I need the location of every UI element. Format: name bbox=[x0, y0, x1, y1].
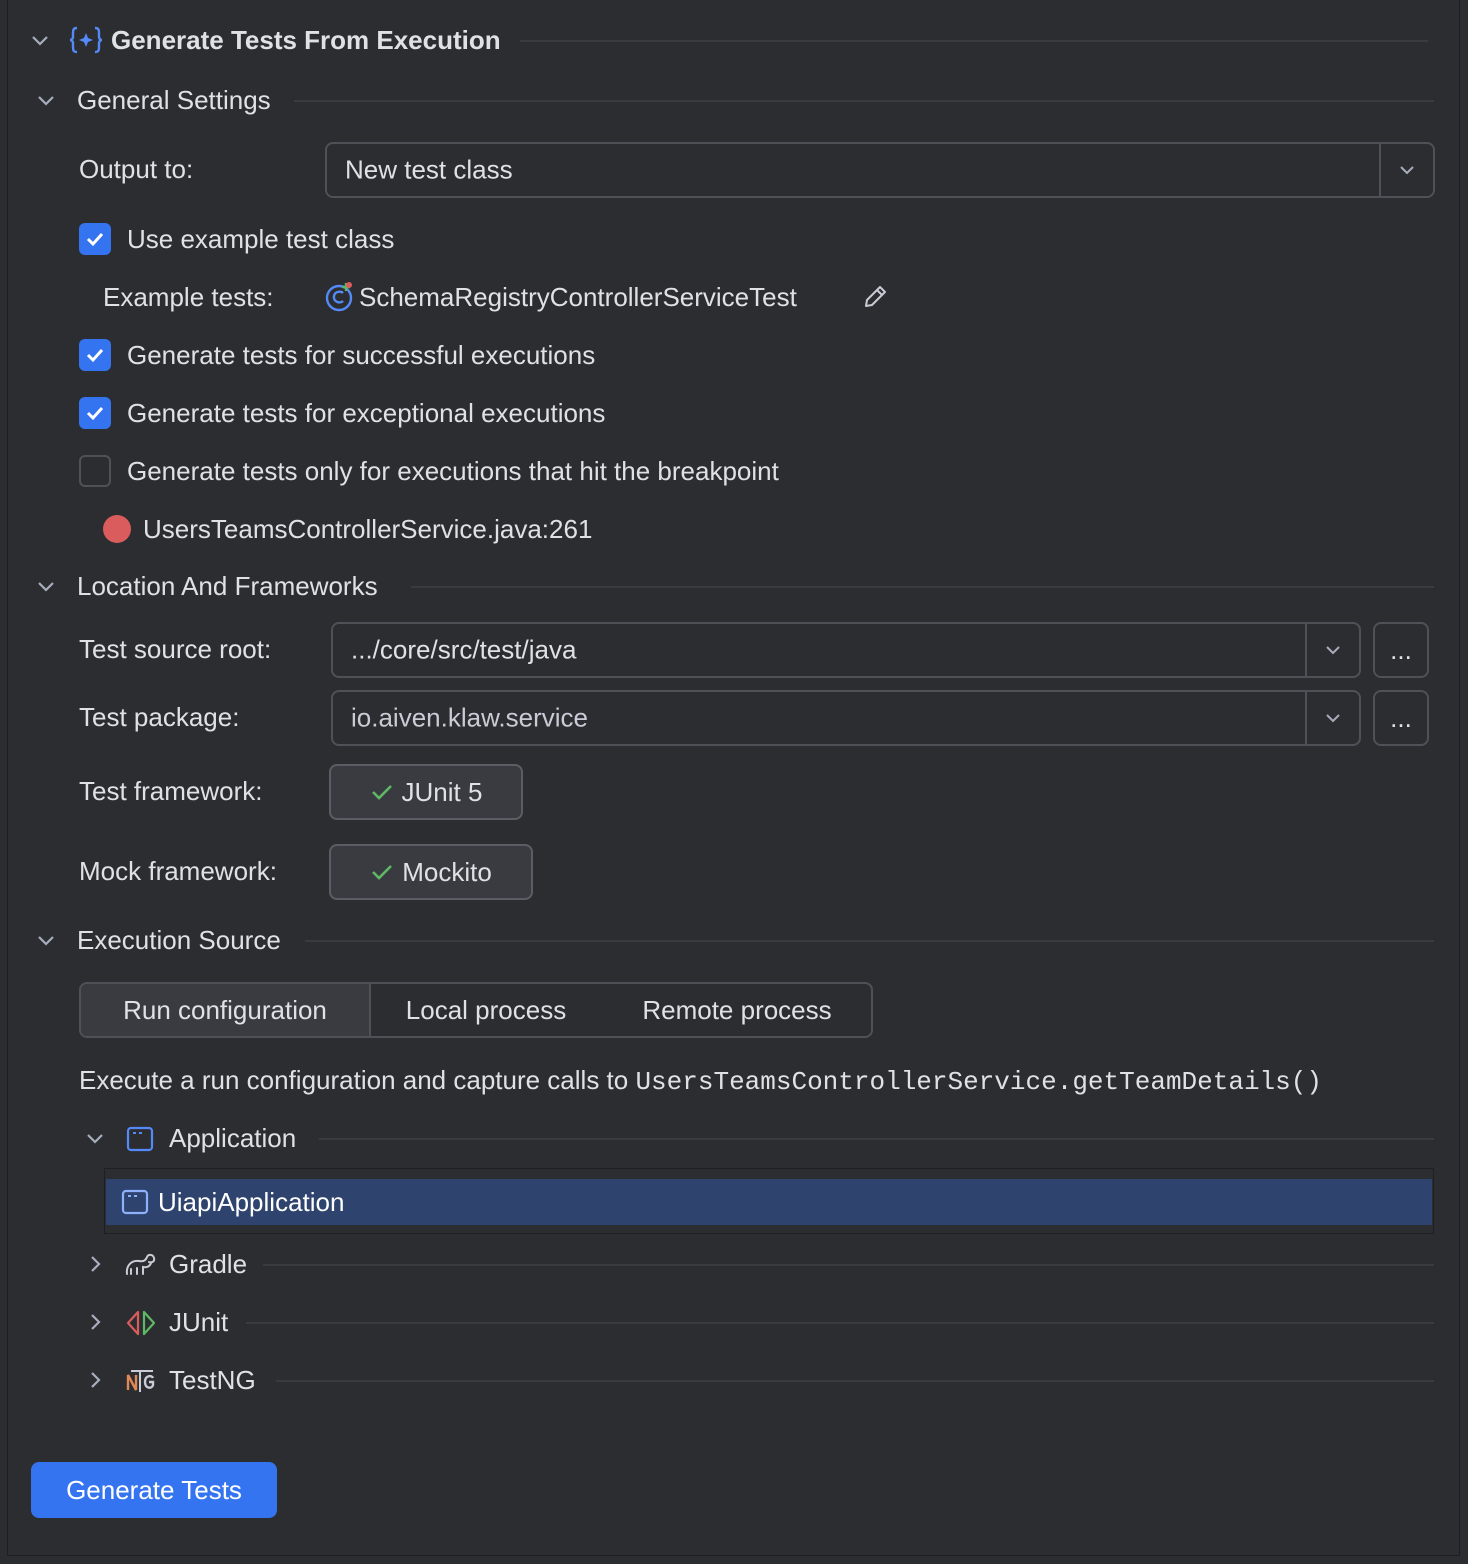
testng-icon bbox=[125, 1366, 157, 1396]
tab-run-configuration[interactable]: Run configuration bbox=[81, 984, 371, 1036]
execution-description-method: UsersTeamsControllerService.getTeamDetai… bbox=[635, 1067, 1322, 1097]
gradle-icon bbox=[123, 1250, 157, 1280]
test-source-root-value: .../core/src/test/java bbox=[351, 634, 577, 665]
chevron-down-icon[interactable] bbox=[85, 1128, 105, 1148]
general-settings-title: General Settings bbox=[77, 85, 271, 115]
generate-tests-panel: Generate Tests From Execution General Se… bbox=[7, 0, 1460, 1556]
tree-item-testng[interactable]: TestNG bbox=[169, 1364, 256, 1396]
example-tests-value[interactable]: SchemaRegistryControllerServiceTest bbox=[359, 281, 797, 313]
check-icon bbox=[372, 865, 393, 880]
chevron-down-icon[interactable] bbox=[1305, 624, 1359, 676]
successful-executions-label[interactable]: Generate tests for successful executions bbox=[127, 339, 595, 371]
exceptional-executions-checkbox[interactable] bbox=[79, 397, 111, 429]
application-window-icon bbox=[120, 1187, 150, 1217]
mock-framework-label: Mock framework: bbox=[79, 856, 277, 886]
edit-pencil-icon[interactable] bbox=[860, 282, 890, 312]
test-source-root-dropdown[interactable]: .../core/src/test/java bbox=[331, 622, 1361, 678]
test-framework-button[interactable]: JUnit 5 bbox=[329, 764, 523, 820]
application-window-icon bbox=[125, 1124, 155, 1154]
execution-source-title: Execution Source bbox=[77, 925, 281, 955]
test-source-root-label: Test source root: bbox=[79, 634, 272, 664]
general-settings-separator bbox=[294, 100, 1434, 102]
output-to-value: New test class bbox=[345, 154, 513, 185]
tree-separator bbox=[246, 1322, 1434, 1324]
exceptional-executions-label[interactable]: Generate tests for exceptional execution… bbox=[127, 397, 605, 429]
output-to-label: Output to: bbox=[79, 154, 194, 184]
tree-separator bbox=[263, 1264, 1434, 1266]
header-separator bbox=[520, 40, 1428, 42]
test-class-icon bbox=[324, 281, 356, 313]
chevron-down-icon[interactable] bbox=[36, 930, 56, 950]
breakpoint-icon bbox=[103, 515, 131, 543]
chevron-right-icon[interactable] bbox=[85, 1312, 105, 1332]
example-tests-label: Example tests: bbox=[103, 282, 274, 312]
tab-local-process[interactable]: Local process bbox=[371, 984, 601, 1036]
mock-framework-value: Mockito bbox=[402, 856, 492, 887]
tree-item-uiapiapplication-label: UiapiApplication bbox=[158, 1187, 345, 1217]
mock-framework-button[interactable]: Mockito bbox=[329, 844, 533, 900]
chevron-right-icon[interactable] bbox=[85, 1254, 105, 1274]
checkmark-icon bbox=[86, 348, 104, 363]
location-frameworks-title: Location And Frameworks bbox=[77, 571, 378, 601]
browse-package-button[interactable]: ... bbox=[1373, 690, 1429, 746]
browse-source-root-button[interactable]: ... bbox=[1373, 622, 1429, 678]
tree-separator bbox=[319, 1138, 1434, 1140]
junit-icon bbox=[125, 1308, 157, 1338]
tree-selection-container: UiapiApplication bbox=[104, 1168, 1434, 1234]
checkmark-icon bbox=[86, 232, 104, 247]
generate-tests-button[interactable]: Generate Tests bbox=[31, 1462, 277, 1518]
tree-item-gradle[interactable]: Gradle bbox=[169, 1248, 247, 1280]
chevron-down-icon[interactable] bbox=[1379, 144, 1433, 196]
execution-source-segmented-control: Run configuration Local process Remote p… bbox=[79, 982, 873, 1038]
checkmark-icon bbox=[86, 406, 104, 421]
test-framework-label: Test framework: bbox=[79, 776, 263, 806]
chevron-down-icon[interactable] bbox=[36, 90, 56, 110]
tree-separator bbox=[276, 1380, 1434, 1382]
tab-remote-process[interactable]: Remote process bbox=[601, 984, 873, 1036]
test-package-label: Test package: bbox=[79, 702, 240, 732]
ai-brackets-icon bbox=[68, 24, 104, 56]
tree-item-junit[interactable]: JUnit bbox=[169, 1306, 228, 1338]
tree-item-application[interactable]: Application bbox=[169, 1122, 296, 1154]
test-package-dropdown[interactable]: io.aiven.klaw.service bbox=[331, 690, 1361, 746]
use-example-checkbox[interactable] bbox=[79, 223, 111, 255]
location-separator bbox=[411, 586, 1434, 588]
use-example-label[interactable]: Use example test class bbox=[127, 223, 394, 255]
breakpoint-location: UsersTeamsControllerService.java:261 bbox=[143, 514, 593, 544]
panel-title: Generate Tests From Execution bbox=[111, 25, 501, 55]
execution-separator bbox=[305, 940, 1434, 942]
test-package-value[interactable]: io.aiven.klaw.service bbox=[351, 703, 588, 734]
chevron-down-icon[interactable] bbox=[30, 30, 50, 50]
chevron-right-icon[interactable] bbox=[85, 1370, 105, 1390]
chevron-down-icon[interactable] bbox=[1305, 692, 1359, 744]
breakpoint-only-label[interactable]: Generate tests only for executions that … bbox=[127, 455, 779, 487]
breakpoint-only-checkbox[interactable] bbox=[79, 455, 111, 487]
tree-item-uiapiapplication[interactable]: UiapiApplication bbox=[106, 1179, 1432, 1225]
execution-description-text: Execute a run configuration and capture … bbox=[79, 1065, 636, 1095]
test-framework-value: JUnit 5 bbox=[401, 776, 483, 807]
execution-description: Execute a run configuration and capture … bbox=[79, 1064, 1322, 1098]
check-icon bbox=[371, 785, 392, 800]
output-to-dropdown[interactable]: New test class bbox=[325, 142, 1435, 198]
chevron-down-icon[interactable] bbox=[36, 576, 56, 596]
successful-executions-checkbox[interactable] bbox=[79, 339, 111, 371]
